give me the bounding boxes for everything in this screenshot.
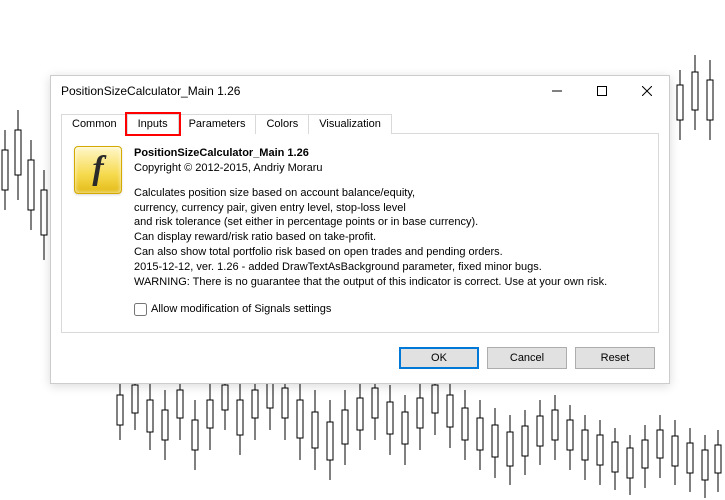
ok-button[interactable]: OK [399, 347, 479, 369]
maximize-button[interactable] [579, 76, 624, 106]
indicator-copyright: Copyright © 2012-2015, Andriy Moraru [134, 161, 646, 176]
tab-common[interactable]: Common [61, 114, 128, 134]
tab-colors[interactable]: Colors [255, 114, 309, 134]
indicator-properties-dialog: PositionSizeCalculator_Main 1.26 Common … [50, 75, 670, 384]
indicator-info: PositionSizeCalculator_Main 1.26 Copyrig… [134, 146, 646, 322]
tab-inputs[interactable]: Inputs [127, 114, 179, 134]
indicator-name: PositionSizeCalculator_Main 1.26 [134, 146, 646, 161]
reset-button[interactable]: Reset [575, 347, 655, 369]
function-glyph: f [92, 152, 103, 186]
tab-panel-common: f PositionSizeCalculator_Main 1.26 Copyr… [61, 133, 659, 333]
tab-visualization[interactable]: Visualization [308, 114, 392, 134]
allow-signals-label: Allow modification of Signals settings [151, 302, 331, 317]
dialog-buttons: OK Cancel Reset [51, 333, 669, 383]
minimize-button[interactable] [534, 76, 579, 106]
close-button[interactable] [624, 76, 669, 106]
dialog-title: PositionSizeCalculator_Main 1.26 [61, 84, 534, 98]
allow-signals-checkbox-row[interactable]: Allow modification of Signals settings [134, 302, 646, 317]
tab-strip: Common Inputs Parameters Colors Visualiz… [51, 106, 669, 134]
cancel-button[interactable]: Cancel [487, 347, 567, 369]
titlebar: PositionSizeCalculator_Main 1.26 [51, 76, 669, 106]
tab-parameters[interactable]: Parameters [178, 114, 257, 134]
indicator-description: Calculates position size based on accoun… [134, 186, 646, 290]
function-icon: f [74, 146, 122, 194]
allow-signals-checkbox[interactable] [134, 303, 147, 316]
